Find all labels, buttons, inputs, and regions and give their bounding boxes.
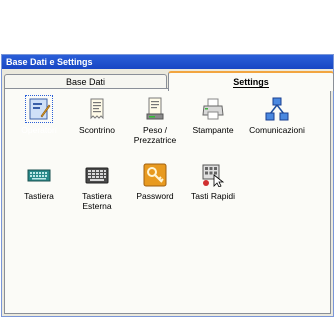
tab-settings-label: Settings xyxy=(233,77,269,88)
stampante-label: Stampante xyxy=(192,125,234,135)
password-item[interactable]: Password xyxy=(126,163,184,201)
tastiera-esterna-label: Tastiera Esterna xyxy=(82,191,112,211)
scale-label-icon xyxy=(143,97,167,121)
hotkeys-icon xyxy=(201,163,225,188)
stampante-item[interactable]: Stampante xyxy=(184,97,242,135)
key-icon xyxy=(143,163,167,187)
scontrino-item[interactable]: Scontrino xyxy=(68,97,126,135)
comunicazioni-item[interactable]: Comunicazioni xyxy=(242,97,312,135)
keyboard-icon xyxy=(27,163,51,187)
operatori-item[interactable]: Operatori xyxy=(10,95,68,135)
receipt-icon xyxy=(85,97,109,121)
comunicazioni-label: Comunicazioni xyxy=(249,125,305,135)
password-label: Password xyxy=(136,191,174,201)
settings-panel: Operatori Scontrino Peso / Prezzatrice S… xyxy=(4,88,331,314)
scontrino-label: Scontrino xyxy=(79,125,115,135)
settings-window: Base Dati e Settings Base Dati Settings … xyxy=(1,54,334,317)
tastiera-label: Tastiera xyxy=(24,191,54,201)
tastiera-item[interactable]: Tastiera xyxy=(10,163,68,201)
operatori-label: Operatori xyxy=(21,125,57,135)
network-icon xyxy=(265,97,289,121)
window-title: Base Dati e Settings xyxy=(2,55,333,69)
tastiera-esterna-item[interactable]: Tastiera Esterna xyxy=(68,163,126,211)
tasti-rapidi-label: Tasti Rapidi xyxy=(191,191,235,201)
external-keyboard-icon xyxy=(85,163,109,187)
operator-icon xyxy=(25,95,53,123)
tasti-rapidi-item[interactable]: Tasti Rapidi xyxy=(184,163,242,201)
peso-prezzatrice-item[interactable]: Peso / Prezzatrice xyxy=(126,97,184,145)
tab-settings[interactable]: Settings xyxy=(168,71,334,91)
printer-icon xyxy=(201,97,225,121)
peso-prezzatrice-label: Peso / Prezzatrice xyxy=(133,125,177,145)
